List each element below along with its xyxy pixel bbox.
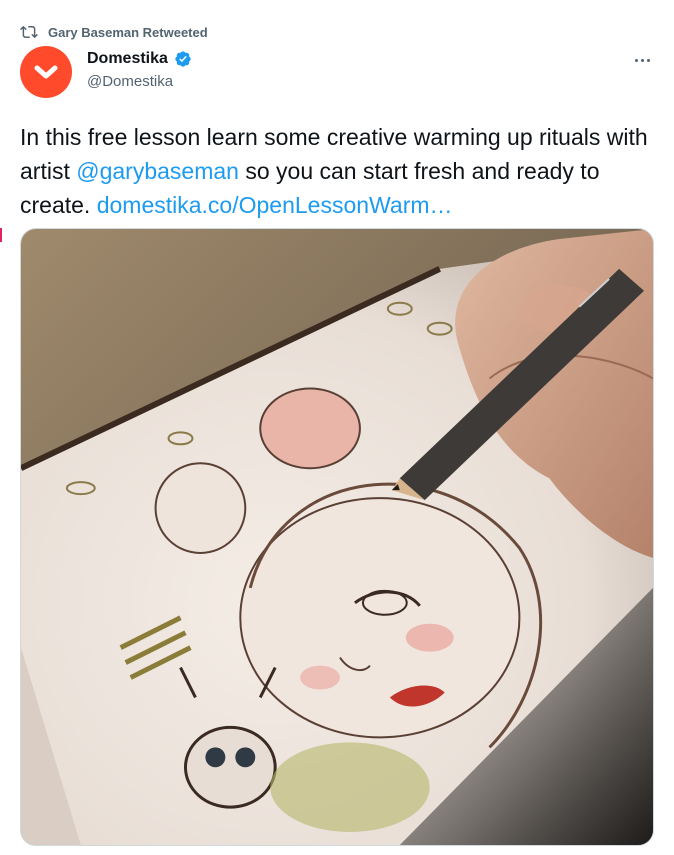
more-dot-icon: [634, 58, 638, 62]
verified-badge-icon: [175, 51, 191, 67]
avatar[interactable]: [20, 46, 72, 98]
author-name[interactable]: Domestika: [87, 50, 168, 68]
retweet-context[interactable]: Gary Baseman Retweeted: [20, 23, 208, 41]
more-dot-icon: [646, 58, 650, 62]
domestika-logo-icon: [34, 65, 58, 79]
tweet-media[interactable]: [20, 228, 654, 846]
tweet[interactable]: Gary Baseman Retweeted Domestika @Domest…: [0, 0, 674, 855]
retweet-icon: [20, 25, 38, 39]
url-link[interactable]: domestika.co/OpenLessonWarm…: [97, 192, 453, 218]
edge-marker: [0, 228, 2, 242]
tweet-text: In this free lesson learn some creative …: [20, 120, 660, 222]
sketchbook-drawing-image: [21, 229, 653, 845]
author-handle[interactable]: @Domestika: [87, 73, 192, 90]
mention-link[interactable]: @garybaseman: [76, 158, 239, 184]
retweet-label[interactable]: Gary Baseman Retweeted: [48, 25, 208, 40]
more-options-button[interactable]: [630, 50, 654, 70]
more-dot-icon: [640, 58, 644, 62]
author-info[interactable]: Domestika @Domestika: [87, 50, 192, 90]
